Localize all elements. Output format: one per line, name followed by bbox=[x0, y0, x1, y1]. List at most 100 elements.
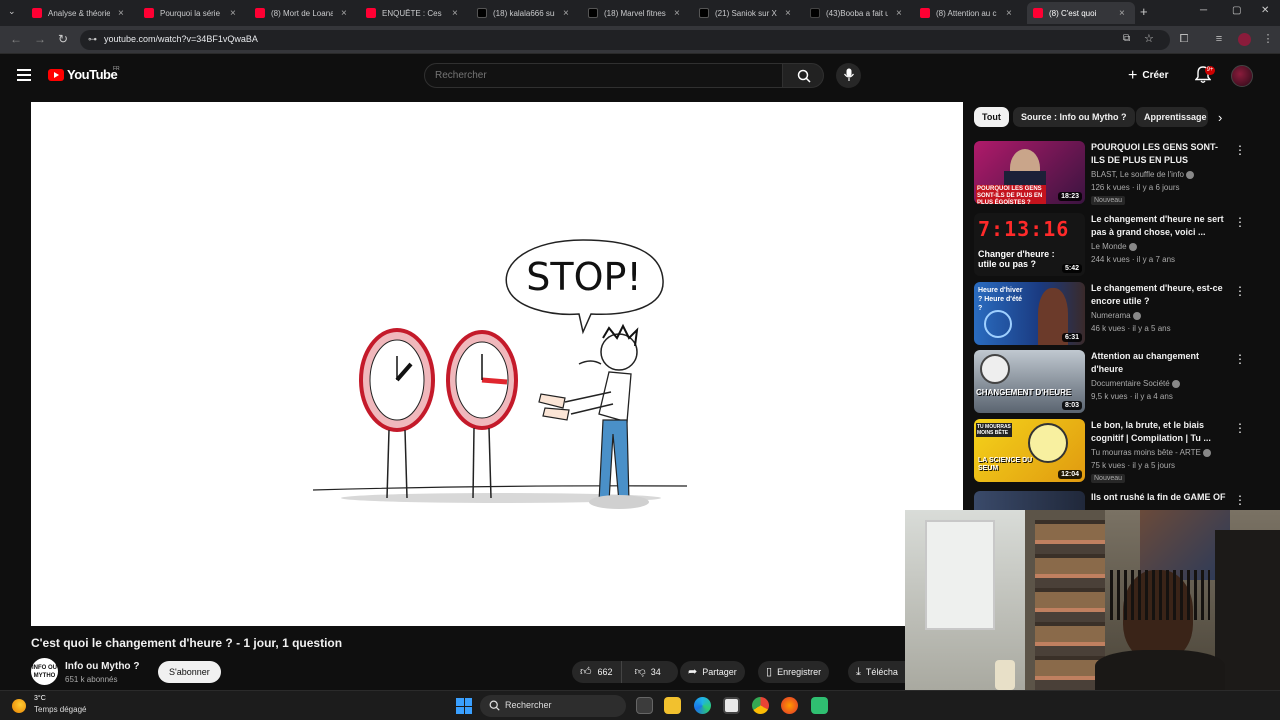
forward-icon[interactable]: → bbox=[34, 32, 46, 46]
browser-tab[interactable]: Analyse & théorie × bbox=[26, 2, 134, 24]
new-tab-button[interactable]: + bbox=[1140, 4, 1148, 19]
more-options-icon[interactable]: ⋮ bbox=[1234, 421, 1246, 435]
more-options-icon[interactable]: ⋮ bbox=[1234, 352, 1246, 366]
browser-tab[interactable]: ENQUÊTE : Ces Fr × bbox=[360, 2, 468, 24]
recommendation-item[interactable]: 7:13:16 Changer d'heure : utile ou pas ?… bbox=[974, 213, 1254, 277]
video-thumbnail[interactable]: CHANGEMENT D'HEURE 8:03 bbox=[974, 350, 1085, 413]
taskbar-search[interactable]: Rechercher bbox=[480, 695, 626, 717]
tab-close-icon[interactable]: × bbox=[896, 8, 902, 19]
tab-close-icon[interactable]: × bbox=[674, 8, 680, 19]
url-text[interactable]: youtube.com/watch?v=34BF1vQwaBA bbox=[104, 34, 258, 44]
download-label: Télécha bbox=[865, 667, 898, 677]
reload-icon[interactable]: ↻ bbox=[58, 32, 68, 46]
file-explorer-icon[interactable] bbox=[664, 697, 681, 714]
tab-title: (8) Attention au c bbox=[936, 8, 997, 18]
chips-next-chevron-icon[interactable]: › bbox=[1218, 110, 1222, 125]
browser-tab[interactable]: (8) C'est quoi × bbox=[1027, 2, 1135, 24]
youtube-icon bbox=[920, 8, 930, 18]
search-icon bbox=[489, 700, 500, 711]
youtube-logo[interactable]: YouTube bbox=[48, 67, 118, 82]
app-icon[interactable] bbox=[811, 697, 828, 714]
tab-close-icon[interactable]: × bbox=[785, 8, 791, 19]
tab-list-chevron-icon[interactable]: ⌄ bbox=[8, 6, 16, 17]
browser-tab[interactable]: (21) Saniok sur X × bbox=[693, 2, 801, 24]
chip-learning[interactable]: Apprentissage bbox=[1136, 107, 1208, 127]
video-thumbnail[interactable]: 7:13:16 Changer d'heure : utile ou pas ?… bbox=[974, 213, 1085, 276]
recommendation-item[interactable]: CHANGEMENT D'HEURE 8:03 Attention au cha… bbox=[974, 350, 1254, 414]
reading-list-icon[interactable]: ≡ bbox=[1213, 33, 1225, 45]
recommendation-item[interactable]: TU MOURRAS MOINS BÊTE LA SCIENCE DU SEUM… bbox=[974, 419, 1254, 483]
weather-temperature[interactable]: 3°C bbox=[34, 695, 46, 702]
browser-menu-icon[interactable]: ⋮ bbox=[1262, 33, 1274, 45]
browser-tab[interactable]: (8) Mort de Loana × bbox=[249, 2, 357, 24]
chip-all[interactable]: Tout bbox=[974, 107, 1009, 127]
profile-avatar-icon[interactable] bbox=[1238, 33, 1251, 46]
tab-title: (21) Saniok sur X bbox=[715, 8, 777, 18]
extensions-icon[interactable]: ⧠ bbox=[1178, 33, 1190, 45]
tab-close-icon[interactable]: × bbox=[341, 8, 347, 19]
hamburger-menu-icon[interactable] bbox=[17, 69, 31, 81]
tab-title: ENQUÊTE : Ces Fr bbox=[382, 8, 444, 18]
recommendation-item[interactable]: Heure d'hiver ? Heure d'été ? 6:31 Le ch… bbox=[974, 282, 1254, 346]
chip-source[interactable]: Source : Info ou Mytho ? bbox=[1013, 107, 1135, 127]
download-icon: ⤓ bbox=[856, 666, 861, 678]
search-box[interactable] bbox=[424, 63, 783, 88]
channel-avatar[interactable]: INFO OU MYTHO bbox=[31, 658, 58, 685]
tab-close-icon[interactable]: × bbox=[118, 8, 124, 19]
video-thumbnail[interactable]: POURQUOI LES GENS SONT-ILS DE PLUS EN PL… bbox=[974, 141, 1085, 204]
more-options-icon[interactable]: ⋮ bbox=[1234, 284, 1246, 298]
channel-avatar-text: INFO OU MYTHO bbox=[32, 665, 57, 679]
bookmark-star-icon[interactable]: ☆ bbox=[1144, 32, 1154, 45]
tab-close-icon[interactable]: × bbox=[230, 8, 236, 19]
voice-search-button[interactable] bbox=[836, 63, 861, 88]
thumbnail-caption: LA SCIENCE DU SEUM bbox=[978, 457, 1033, 472]
more-options-icon[interactable]: ⋮ bbox=[1234, 143, 1246, 157]
tab-close-icon[interactable]: × bbox=[1006, 8, 1012, 19]
tab-close-icon[interactable]: × bbox=[452, 8, 458, 19]
video-duration: 18:23 bbox=[1058, 192, 1082, 201]
video-thumbnail[interactable] bbox=[974, 491, 1085, 511]
edge-icon[interactable] bbox=[694, 697, 711, 714]
minimize-button[interactable]: ─ bbox=[1200, 5, 1207, 16]
recommendation-item[interactable]: Ils ont rushé la fin de GAME OF ⋮ bbox=[974, 491, 1254, 511]
share-button[interactable]: ➦ Partager bbox=[680, 661, 745, 683]
video-thumbnail[interactable]: TU MOURRAS MOINS BÊTE LA SCIENCE DU SEUM… bbox=[974, 419, 1085, 482]
recommendation-item[interactable]: POURQUOI LES GENS SONT-ILS DE PLUS EN PL… bbox=[974, 141, 1254, 205]
site-info-icon[interactable]: ⊶ bbox=[88, 34, 97, 45]
video-thumbnail[interactable]: Heure d'hiver ? Heure d'été ? 6:31 bbox=[974, 282, 1085, 345]
omnibox[interactable]: ⊶ youtube.com/watch?v=34BF1vQwaBA ⧉ ☆ bbox=[80, 30, 1170, 50]
chrome-icon[interactable] bbox=[752, 697, 769, 714]
back-icon[interactable]: ← bbox=[10, 32, 22, 46]
windows-start-icon[interactable] bbox=[456, 698, 472, 714]
maximize-button[interactable]: ▢ bbox=[1232, 5, 1241, 16]
search-button[interactable] bbox=[782, 63, 824, 88]
search-input[interactable] bbox=[435, 70, 765, 81]
recommendation-meta: 46 k vues · il y a 5 ans bbox=[1091, 324, 1171, 333]
browser-tab[interactable]: Pourquoi la série × bbox=[138, 2, 246, 24]
browser-tab[interactable]: (18) kalala666 sur × bbox=[471, 2, 579, 24]
save-button[interactable]: ▯ Enregistrer bbox=[758, 661, 830, 683]
more-options-icon[interactable]: ⋮ bbox=[1234, 215, 1246, 229]
verified-icon bbox=[1132, 311, 1141, 320]
account-avatar[interactable] bbox=[1231, 65, 1253, 87]
browser-tab[interactable]: (8) Attention au c × bbox=[914, 2, 1022, 24]
channel-name[interactable]: Info ou Mytho ? bbox=[65, 661, 139, 672]
tab-close-icon[interactable]: × bbox=[563, 8, 569, 19]
store-icon[interactable] bbox=[723, 697, 740, 714]
tab-close-icon[interactable]: × bbox=[1119, 8, 1125, 19]
weather-description[interactable]: Temps dégagé bbox=[34, 705, 86, 714]
more-options-icon[interactable]: ⋮ bbox=[1234, 493, 1246, 507]
task-view-icon[interactable] bbox=[636, 697, 653, 714]
share-icon: ➦ bbox=[688, 666, 698, 678]
browser-tab[interactable]: (18) Marvel fitnes × bbox=[582, 2, 690, 24]
firefox-icon[interactable] bbox=[781, 697, 798, 714]
like-button[interactable]: 👍︎ 662 bbox=[572, 661, 622, 683]
dislike-button[interactable]: 👎︎ 34 bbox=[627, 661, 669, 683]
create-button[interactable]: + Créer bbox=[1128, 63, 1168, 88]
weather-sun-icon[interactable] bbox=[12, 699, 26, 713]
close-window-button[interactable]: ✕ bbox=[1261, 5, 1269, 16]
install-app-icon[interactable]: ⧉ bbox=[1123, 33, 1130, 44]
video-player[interactable]: STOP! bbox=[31, 102, 963, 626]
browser-tab[interactable]: (43)Booba a fait u × bbox=[804, 2, 912, 24]
subscribe-button[interactable]: S'abonner bbox=[158, 661, 221, 683]
